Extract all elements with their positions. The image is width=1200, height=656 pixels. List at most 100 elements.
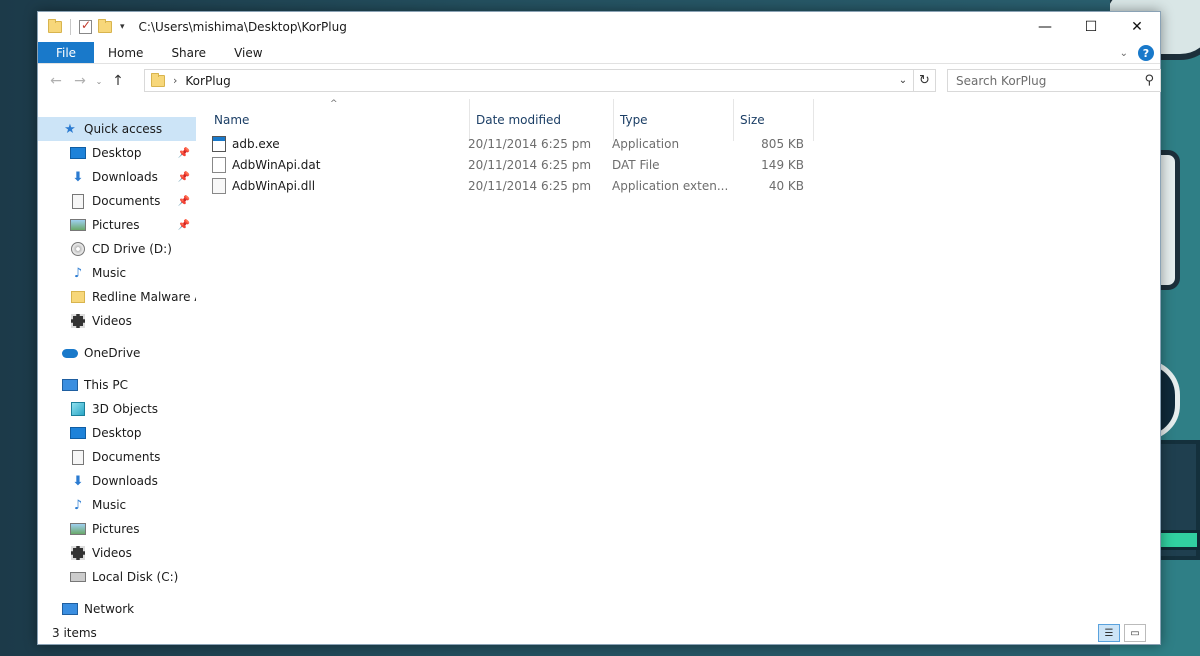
recent-locations-icon[interactable]: ⌄ xyxy=(92,69,106,93)
refresh-icon[interactable]: ↻ xyxy=(913,70,935,91)
sidebar-item-label: CD Drive (D:) xyxy=(92,242,172,256)
folder-icon xyxy=(48,19,62,33)
computer-icon xyxy=(62,379,78,391)
sidebar-item-music[interactable]: ♪ Music xyxy=(38,261,196,285)
star-icon: ★ xyxy=(64,121,76,137)
3d-objects-icon xyxy=(71,402,85,416)
expand-ribbon-icon[interactable]: ⌄ xyxy=(1120,48,1128,59)
sidebar-item-pc-documents[interactable]: Documents xyxy=(38,445,196,469)
search-input[interactable] xyxy=(956,73,1126,88)
maximize-button[interactable]: ☐ xyxy=(1068,12,1114,42)
help-icon[interactable]: ? xyxy=(1138,45,1154,61)
tab-share[interactable]: Share xyxy=(157,42,220,63)
pictures-icon xyxy=(70,219,86,231)
pin-icon[interactable]: 📌 xyxy=(178,148,190,159)
sidebar-item-label: Documents xyxy=(92,194,161,208)
customize-toolbar-icon[interactable]: ▾ xyxy=(120,22,125,32)
music-icon: ♪ xyxy=(73,265,83,281)
window-controls: — ☐ ✕ xyxy=(1022,12,1160,42)
sidebar-item-local-disk[interactable]: Local Disk (C:) xyxy=(38,565,196,589)
cd-drive-icon xyxy=(71,242,85,256)
sidebar-item-label: Redline Malware Ar xyxy=(92,290,196,304)
address-bar[interactable]: › KorPlug ⌄ ↻ xyxy=(144,69,936,92)
forward-arrow-icon[interactable]: → xyxy=(68,69,92,93)
close-button[interactable]: ✕ xyxy=(1114,12,1160,42)
large-icons-view-icon[interactable]: ▭ xyxy=(1124,624,1146,642)
sidebar-item-pc-pictures[interactable]: Pictures xyxy=(38,517,196,541)
sidebar-item-desktop[interactable]: Desktop 📌 xyxy=(38,141,196,165)
file-icon xyxy=(212,156,226,173)
sidebar-item-label: Documents xyxy=(92,450,161,464)
sidebar-item-label: Videos xyxy=(92,546,132,560)
sidebar-item-onedrive[interactable]: OneDrive xyxy=(38,341,196,365)
video-icon xyxy=(71,546,85,560)
download-icon: ⬇ xyxy=(72,473,84,489)
sidebar-item-documents[interactable]: Documents 📌 xyxy=(38,189,196,213)
breadcrumb-current[interactable]: KorPlug xyxy=(185,74,230,88)
sidebar-item-this-pc[interactable]: This PC xyxy=(38,373,196,397)
onedrive-cloud-icon xyxy=(62,348,78,358)
sidebar-item-downloads[interactable]: ⬇ Downloads 📌 xyxy=(38,165,196,189)
sidebar-item-redline-folder[interactable]: Redline Malware Ar xyxy=(38,285,196,309)
network-icon xyxy=(62,603,78,615)
sidebar-item-pc-music[interactable]: ♪ Music xyxy=(38,493,196,517)
sidebar-item-network[interactable]: Network xyxy=(38,597,196,621)
content-area: ★ Quick access Desktop 📌 ⬇ Downloads 📌 D… xyxy=(38,99,1160,622)
details-view-icon[interactable]: ☰ xyxy=(1098,624,1120,642)
desktop-icon xyxy=(70,147,86,159)
sidebar-item-3d-objects[interactable]: 3D Objects xyxy=(38,397,196,421)
sidebar-item-label: Pictures xyxy=(92,522,140,536)
tab-home[interactable]: Home xyxy=(94,42,157,63)
tab-view[interactable]: View xyxy=(220,42,276,63)
file-list-pane: ^ Name Date modified Type Size adb.exe 2… xyxy=(196,99,1160,622)
pin-icon[interactable]: 📌 xyxy=(178,172,190,183)
sidebar-item-pictures[interactable]: Pictures 📌 xyxy=(38,213,196,237)
up-arrow-icon[interactable]: ↑ xyxy=(106,69,130,93)
navigation-pane: ★ Quick access Desktop 📌 ⬇ Downloads 📌 D… xyxy=(38,99,196,622)
document-icon xyxy=(72,193,84,209)
title-bar: ▾ C:\Users\mishima\Desktop\KorPlug — ☐ ✕ xyxy=(38,12,1160,42)
sidebar-item-label: This PC xyxy=(84,378,128,392)
pictures-icon xyxy=(70,523,86,535)
file-row-adb-exe[interactable]: adb.exe 20/11/2014 6:25 pm Application 8… xyxy=(212,133,804,154)
dll-file-icon xyxy=(212,177,226,194)
address-dropdown-icon[interactable]: ⌄ xyxy=(895,70,911,91)
breadcrumb-chevron-icon[interactable]: › xyxy=(173,74,177,87)
ribbon-tabs: File Home Share View ⌄ ? xyxy=(38,42,1160,64)
properties-icon[interactable] xyxy=(79,18,92,34)
sidebar-item-label: Quick access xyxy=(84,122,163,136)
sidebar-item-label: 3D Objects xyxy=(92,402,159,416)
sidebar-item-label: OneDrive xyxy=(84,346,141,360)
application-icon xyxy=(212,135,226,152)
sidebar-item-label: Music xyxy=(92,498,127,512)
minimize-button[interactable]: — xyxy=(1022,12,1068,42)
sidebar-item-videos[interactable]: Videos xyxy=(38,309,196,333)
sidebar-item-label: Desktop xyxy=(92,146,142,160)
sidebar-item-pc-videos[interactable]: Videos xyxy=(38,541,196,565)
document-icon xyxy=(72,449,84,465)
music-icon: ♪ xyxy=(73,497,83,513)
tab-file[interactable]: File xyxy=(38,42,94,63)
file-row-adbwinapi-dll[interactable]: AdbWinApi.dll 20/11/2014 6:25 pm Applica… xyxy=(212,175,804,196)
pin-icon[interactable]: 📌 xyxy=(178,220,190,231)
sidebar-item-label: Desktop xyxy=(92,426,142,440)
back-arrow-icon[interactable]: ← xyxy=(44,69,68,93)
navigation-bar: ← → ⌄ ↑ › KorPlug ⌄ ↻ ⚲ xyxy=(38,64,1161,98)
pin-icon[interactable]: 📌 xyxy=(178,196,190,207)
sidebar-item-pc-desktop[interactable]: Desktop xyxy=(38,421,196,445)
sidebar-item-pc-downloads[interactable]: ⬇ Downloads xyxy=(38,469,196,493)
file-row-adbwinapi-dat[interactable]: AdbWinApi.dat 20/11/2014 6:25 pm DAT Fil… xyxy=(212,154,804,175)
sidebar-item-label: Local Disk (C:) xyxy=(92,570,179,584)
sidebar-item-label: Network xyxy=(84,602,135,616)
desktop-icon xyxy=(70,427,86,439)
quick-access-toolbar: ▾ xyxy=(38,18,125,35)
file-explorer-window: ▾ C:\Users\mishima\Desktop\KorPlug — ☐ ✕… xyxy=(37,11,1161,645)
search-icon[interactable]: ⚲ xyxy=(1144,73,1154,88)
item-count: 3 items xyxy=(52,626,97,640)
sidebar-item-cd-drive[interactable]: CD Drive (D:) xyxy=(38,237,196,261)
local-disk-icon xyxy=(70,572,86,582)
sidebar-item-label: Pictures xyxy=(92,218,140,232)
new-folder-icon[interactable] xyxy=(98,19,112,33)
folder-icon xyxy=(151,72,165,87)
sidebar-item-quick-access[interactable]: ★ Quick access xyxy=(38,117,196,141)
